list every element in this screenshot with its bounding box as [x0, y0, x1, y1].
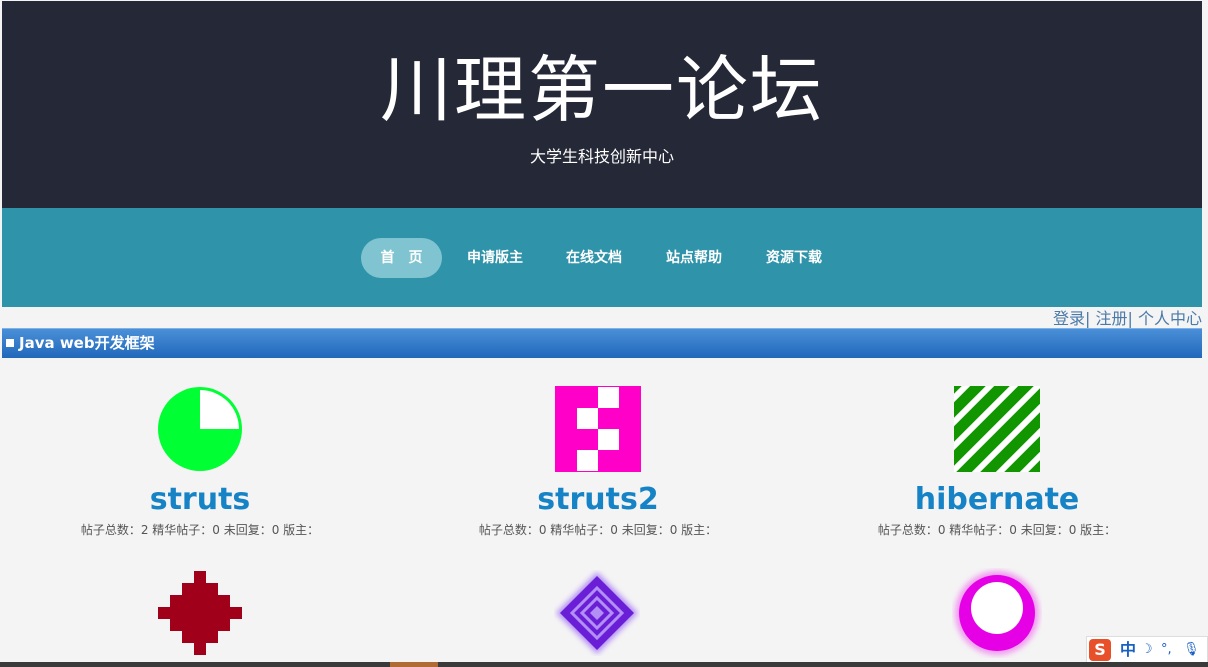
magenta-ring-icon[interactable] [952, 568, 1042, 658]
board-stats: 帖子总数：0 精华帖子：0 未回复：0 版主： [478, 523, 718, 537]
board-name[interactable]: struts [0, 482, 400, 518]
sogou-logo-icon[interactable]: S [1089, 639, 1111, 661]
nav-item-resource-download[interactable]: 资源下载 [755, 238, 833, 278]
profile-link[interactable]: 个人中心 [1138, 309, 1202, 328]
board-stats: 帖子总数：0 精华帖子：0 未回复：0 版主： [877, 523, 1117, 537]
nav-item-apply-moderator[interactable]: 申请版主 [456, 238, 534, 278]
ime-toolbar: S 中 ☽ °, 🎙 [1086, 636, 1208, 664]
register-link[interactable]: 注册 [1095, 309, 1127, 328]
green-stripes-icon[interactable] [954, 386, 1040, 472]
site-title: 川理第一论坛 [379, 48, 824, 132]
board-name[interactable]: struts2 [398, 482, 798, 518]
magenta-checker-icon[interactable] [555, 386, 641, 472]
punctuation-icon[interactable]: °, [1161, 641, 1172, 659]
purple-diamond-icon[interactable] [554, 570, 640, 656]
login-link[interactable]: 登录 [1053, 309, 1085, 328]
link-separator: | [1127, 309, 1133, 328]
link-separator: | [1085, 309, 1091, 328]
main-nav: 首 页 申请版主 在线文档 站点帮助 资源下载 [2, 208, 1202, 307]
green-pie-icon[interactable] [157, 386, 243, 472]
site-subtitle: 大学生科技创新中心 [529, 147, 674, 166]
nav-item-home[interactable]: 首 页 [361, 238, 442, 278]
nav-item-online-docs[interactable]: 在线文档 [555, 238, 633, 278]
red-diamond-icon[interactable] [157, 570, 243, 656]
ime-mode-indicator[interactable]: 中 [1120, 640, 1136, 660]
moon-icon[interactable]: ☽ [1141, 641, 1153, 659]
section-header: Java web开发框架 [2, 328, 1202, 358]
user-links: 登录| 注册| 个人中心 [1053, 309, 1202, 329]
taskbar-active-app[interactable] [390, 662, 438, 667]
board-stats: 帖子总数：2 精华帖子：0 未回复：0 版主： [80, 523, 320, 537]
board-name[interactable]: hibernate [797, 482, 1197, 518]
site-header: 川理第一论坛 大学生科技创新中心 [2, 1, 1202, 208]
square-bullet-icon [6, 339, 14, 347]
nav-item-site-help[interactable]: 站点帮助 [655, 238, 733, 278]
section-title: Java web开发框架 [19, 334, 155, 352]
microphone-icon[interactable]: 🎙 [1183, 641, 1200, 659]
taskbar [0, 662, 1208, 667]
